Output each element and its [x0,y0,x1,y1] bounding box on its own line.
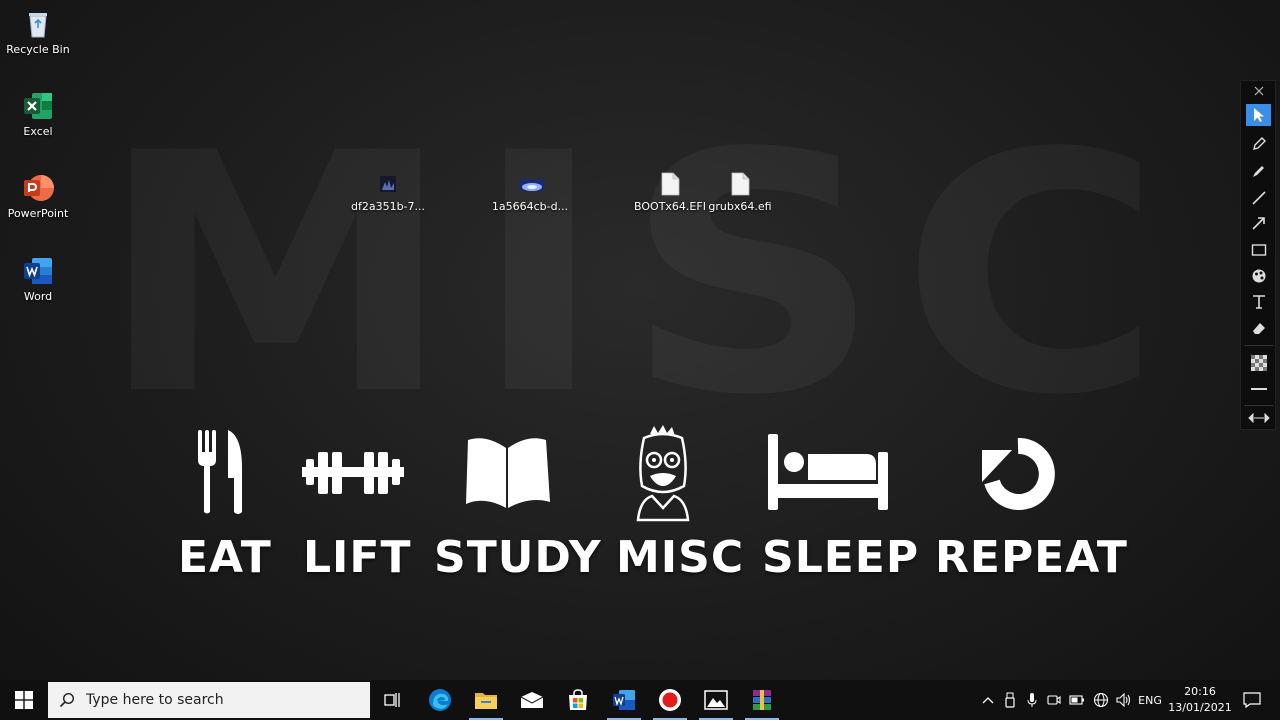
close-icon[interactable] [1246,83,1271,99]
image-file-icon [377,172,399,196]
bed-icon [766,432,890,516]
usb-drive-icon [1005,692,1015,708]
taskbar-app-file-explorer[interactable] [463,680,509,720]
powerpoint-icon [22,172,54,204]
motto-eat: EAT [178,532,272,583]
shortcut-label: Excel [23,125,53,138]
motto-misc: MISC [616,532,745,583]
action-center-button[interactable] [1240,680,1264,720]
taskbar-app-mail[interactable] [509,680,555,720]
arrow-icon[interactable] [1246,212,1271,234]
task-view-icon [384,693,400,707]
winrar-icon [753,690,771,710]
annotation-toolbar [1240,80,1276,430]
fork-knife-icon [196,428,246,520]
text-icon[interactable] [1246,291,1271,313]
photos-icon [704,690,728,710]
windows-logo-icon [15,691,33,709]
clock-time: 20:16 [1184,685,1216,698]
motto-sleep: SLEEP [762,532,920,583]
tray-overflow-button[interactable] [978,680,998,720]
motto-study: STUDY [434,532,602,583]
battery-icon [1069,695,1084,705]
eraser-icon[interactable] [1246,317,1271,339]
file-label: grubx64.efi [708,200,772,213]
barbell-icon [300,450,406,504]
desktop-shortcut-excel[interactable]: Excel [0,90,76,138]
edge-icon [429,689,451,711]
store-icon [569,689,587,710]
repeat-icon [980,436,1056,516]
tray-microphone[interactable] [1022,680,1042,720]
taskbar-app-word[interactable] [601,680,647,720]
search-icon [48,692,86,708]
taskbar-app-winrar[interactable] [739,680,785,720]
desktop-shortcut-recycle-bin[interactable]: Recycle Bin [0,8,76,56]
shortcut-label: PowerPoint [7,207,69,220]
line-icon[interactable] [1246,187,1271,209]
desktop-file-image-1[interactable]: df2a351b-7... [343,172,433,213]
record-icon [659,689,681,711]
shortcut-label: Recycle Bin [6,43,70,56]
file-label: 1a5664cb-d... [491,200,569,213]
desktop-file-image-2[interactable]: 1a5664cb-d... [485,172,575,213]
motto-repeat: REPEAT [935,532,1128,583]
motto-lift: LIFT [303,532,412,583]
blank-file-icon [729,172,751,196]
taskbar-clock[interactable]: 20:16 13/01/2021 [1160,684,1240,716]
word-icon [613,690,635,710]
line-width-icon[interactable] [1246,378,1271,400]
file-label: df2a351b-7... [350,200,426,213]
taskbar-app-photos[interactable] [693,680,739,720]
file-explorer-icon [475,693,497,709]
taskbar-search-box[interactable] [48,682,370,718]
taskbar-app-recorder[interactable] [647,680,693,720]
desktop-file-grubx64[interactable]: grubx64.efi [695,172,785,213]
color-palette-icon[interactable] [1246,265,1271,287]
webcam-icon [1047,695,1061,705]
task-view-button[interactable] [370,680,416,720]
microphone-icon [1027,693,1037,707]
resize-icon[interactable] [1246,409,1271,427]
wallpaper-watermark: MISC [0,110,1280,440]
tray-battery[interactable] [1066,680,1088,720]
globe-icon [1093,692,1109,708]
shortcut-label: Word [23,290,53,303]
desktop-shortcut-powerpoint[interactable]: PowerPoint [0,172,76,220]
muppet-face-icon [630,424,696,526]
start-button[interactable] [0,680,48,720]
image-file-icon [519,172,544,196]
tray-volume[interactable] [1113,680,1135,720]
search-input[interactable] [86,692,356,708]
tray-network[interactable] [1090,680,1112,720]
pen-icon[interactable] [1246,133,1271,155]
clock-date: 13/01/2021 [1168,701,1232,714]
blank-file-icon [659,172,681,196]
open-book-icon [462,434,552,514]
toolbar-divider [1244,405,1273,406]
toolbar-divider [1244,345,1273,346]
speaker-icon [1116,693,1131,707]
mail-icon [520,692,544,708]
tray-webcam[interactable] [1044,680,1064,720]
taskbar: ENG 20:16 13/01/2021 [0,680,1280,720]
notification-icon [1243,692,1261,708]
tray-usb[interactable] [1000,680,1020,720]
taskbar-app-store[interactable] [555,680,601,720]
chevron-up-icon [982,697,994,704]
marker-icon[interactable] [1246,160,1271,182]
pointer-icon[interactable] [1246,104,1271,126]
excel-icon [22,90,54,122]
checker-icon[interactable] [1246,352,1271,374]
desktop-shortcut-word[interactable]: Word [0,255,76,303]
rectangle-icon[interactable] [1246,239,1271,261]
recycle-bin-icon [22,8,54,40]
word-icon [22,255,54,287]
taskbar-app-edge[interactable] [417,680,463,720]
